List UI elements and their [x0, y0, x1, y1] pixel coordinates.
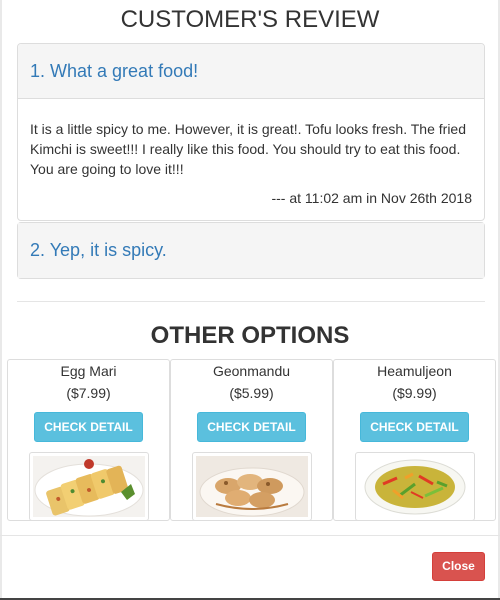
section-divider	[17, 301, 485, 302]
option-card-heamuljeon: Heamuljeon ($9.99) CHECK DETAIL	[333, 359, 496, 521]
option-name: Egg Mari	[60, 363, 117, 379]
option-price: ($5.99)	[229, 385, 274, 401]
other-options-title: OTHER OPTIONS	[150, 322, 350, 349]
option-name: Heamuljeon	[377, 363, 452, 379]
option-price: ($9.99)	[392, 385, 437, 401]
review-accordion: 1. What a great food! It is a little spi…	[17, 43, 485, 279]
geonmandu-image	[191, 452, 312, 521]
egg-mari-image	[28, 452, 149, 521]
modal-title: CUSTOMER'S REVIEW	[120, 6, 380, 33]
egg-roll-food-photo	[32, 456, 145, 517]
review-panel-2: 2. Yep, it is spicy.	[17, 222, 485, 279]
check-detail-button[interactable]: CHECK DETAIL	[360, 412, 469, 442]
review-heading-1[interactable]: 1. What a great food!	[18, 44, 484, 99]
review-body-1: It is a little spicy to me. However, it …	[18, 99, 484, 220]
option-price: ($7.99)	[66, 385, 111, 401]
modal-left-edge	[0, 0, 2, 600]
review-heading-2-link[interactable]: 2. Yep, it is spicy.	[30, 240, 167, 261]
review-panel-1: 1. What a great food! It is a little spi…	[17, 43, 485, 221]
review-text: It is a little spicy to me. However, it …	[30, 121, 466, 177]
seafood-pancake-food-photo	[358, 456, 471, 517]
other-options-list: Egg Mari ($7.99) CHECK DETAIL Geonmandu …	[7, 359, 496, 521]
check-detail-button[interactable]: CHECK DETAIL	[197, 412, 306, 442]
review-heading-2[interactable]: 2. Yep, it is spicy.	[18, 223, 484, 278]
review-timestamp: --- at 11:02 am in Nov 26th 2018	[271, 190, 472, 206]
close-button[interactable]: Close	[432, 552, 485, 581]
dumplings-food-photo	[195, 456, 308, 517]
check-detail-button[interactable]: CHECK DETAIL	[34, 412, 143, 442]
option-card-geonmandu: Geonmandu ($5.99) CHECK DETAIL	[170, 359, 333, 521]
option-card-egg-mari: Egg Mari ($7.99) CHECK DETAIL	[7, 359, 170, 521]
heamuljeon-image	[354, 452, 475, 521]
modal-footer-divider	[0, 535, 500, 536]
review-heading-1-link[interactable]: 1. What a great food!	[30, 61, 198, 82]
option-name: Geonmandu	[212, 363, 291, 379]
